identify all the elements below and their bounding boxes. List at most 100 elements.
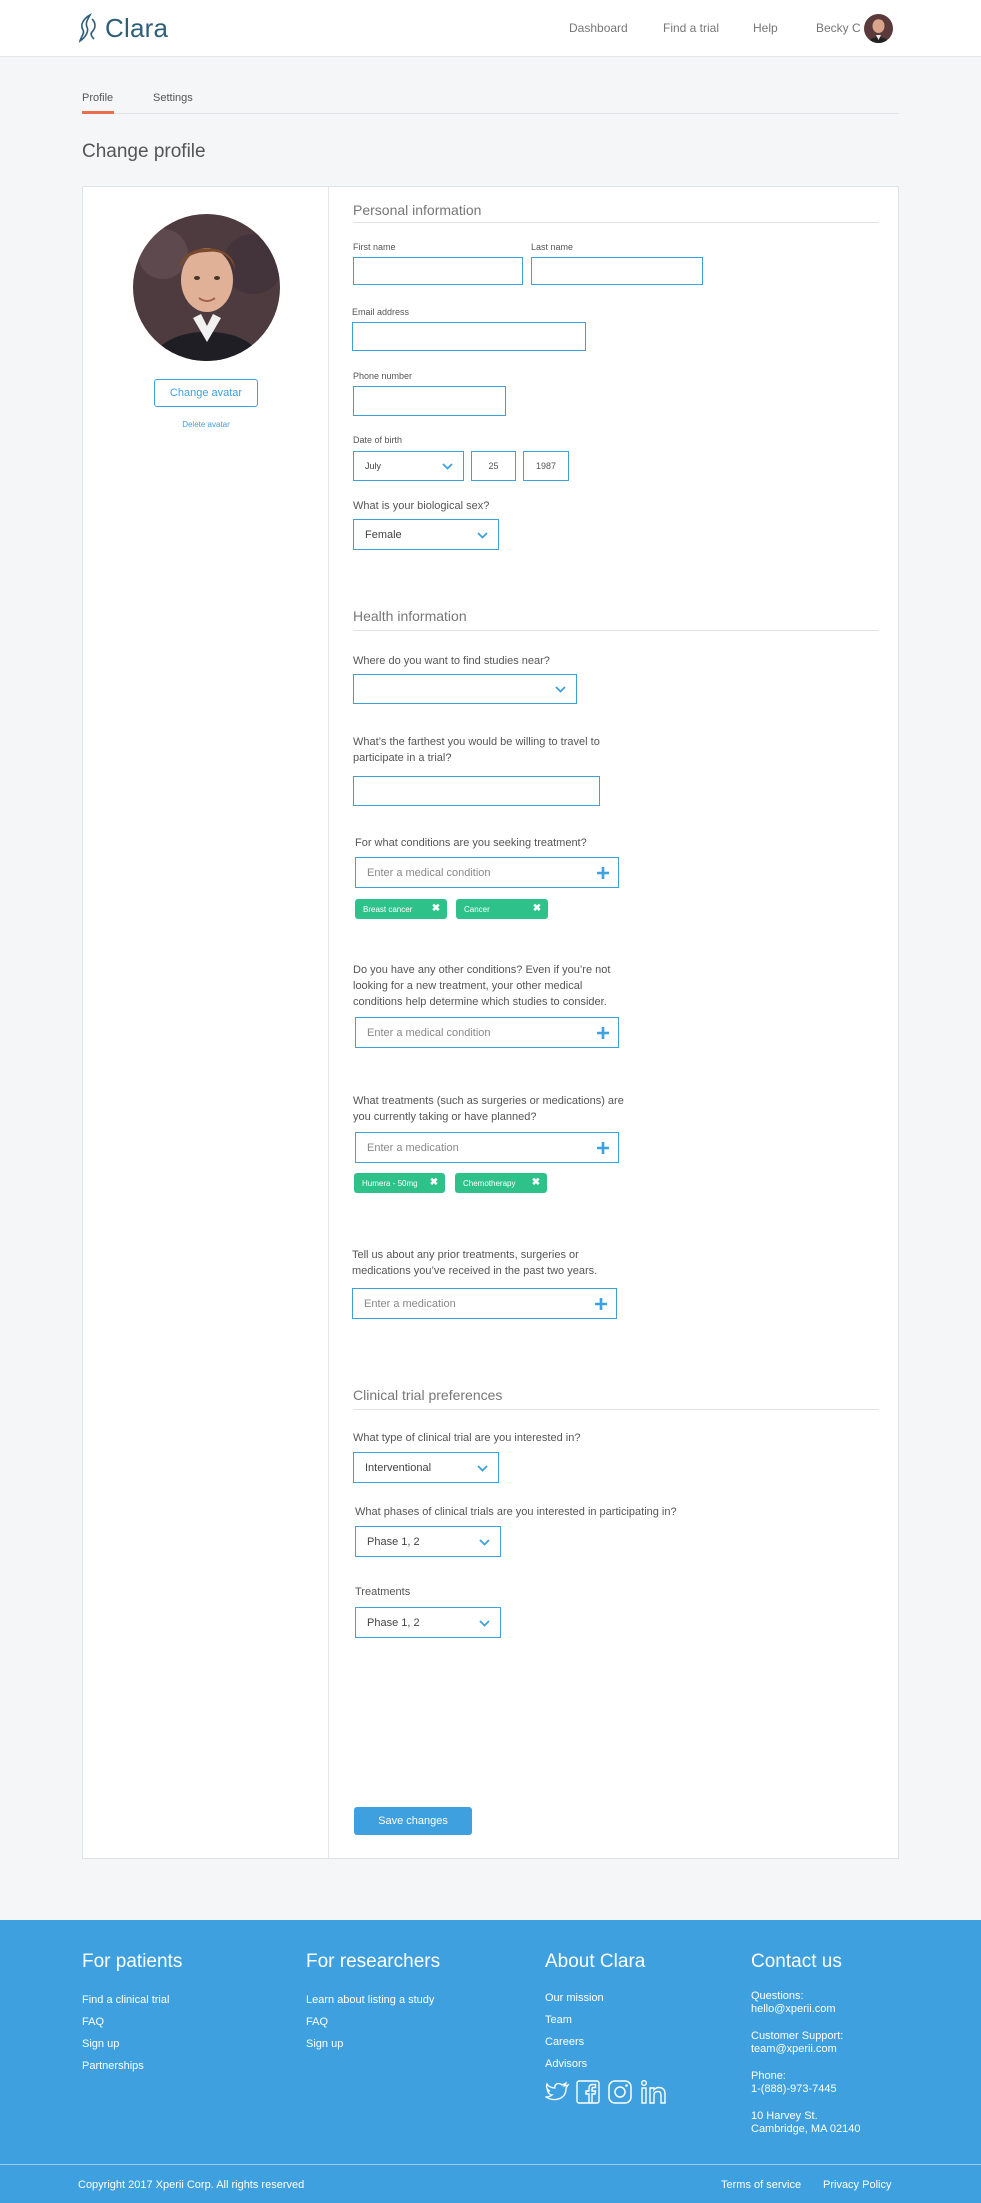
contact-address-line1: 10 Harvey St. <box>751 2110 818 2122</box>
nav-dashboard[interactable]: Dashboard <box>569 21 628 35</box>
dob-label: Date of birth <box>353 435 403 445</box>
treatment-tag: Chemotherapy ✖ <box>455 1173 547 1193</box>
other-conditions-input[interactable]: Enter a medical condition <box>355 1017 619 1048</box>
save-changes-button[interactable]: Save changes <box>354 1807 472 1835</box>
contact-questions-email[interactable]: hello@xperii.com <box>751 2003 836 2015</box>
privacy-policy-link[interactable]: Privacy Policy <box>823 2179 891 2191</box>
footer-link[interactable]: Our mission <box>545 1992 604 2004</box>
travel-distance-input[interactable] <box>353 776 600 806</box>
treatments-question-line2: you currently taking or have planned? <box>353 1111 537 1123</box>
dob-month-value: July <box>365 461 382 471</box>
prior-treatments-question-line2: medications you’ve received in the past … <box>352 1265 598 1277</box>
treatments-input[interactable]: Enter a medication <box>355 1132 619 1163</box>
top-navigation-bar: Clara Dashboard Find a trial Help Becky … <box>0 0 981 57</box>
user-name[interactable]: Becky C <box>816 21 861 35</box>
dob-year-input[interactable]: 1987 <box>523 451 569 481</box>
tab-settings[interactable]: Settings <box>153 92 193 104</box>
contact-support-label: Customer Support: <box>751 2030 844 2042</box>
footer-link[interactable]: FAQ <box>82 2016 104 2028</box>
footer-link[interactable]: Sign up <box>82 2038 119 2050</box>
linkedin-icon[interactable] <box>640 2079 670 2105</box>
facebook-icon[interactable] <box>575 2079 601 2105</box>
footer-link[interactable]: FAQ <box>306 2016 328 2028</box>
sex-select[interactable]: Female <box>353 519 499 550</box>
add-icon[interactable] <box>595 865 611 881</box>
remove-tag-icon[interactable]: ✖ <box>531 1178 541 1188</box>
remove-tag-icon[interactable]: ✖ <box>429 1178 439 1188</box>
dob-day-input[interactable]: 25 <box>471 451 516 481</box>
footer-divider <box>0 2164 981 2165</box>
treatments-pref-select[interactable]: Phase 1, 2 <box>355 1607 501 1638</box>
terms-of-service-link[interactable]: Terms of service <box>721 2179 801 2191</box>
section-divider <box>353 1409 879 1410</box>
phases-value: Phase 1, 2 <box>367 1535 420 1548</box>
chevron-down-icon <box>442 463 453 470</box>
condition-tag-label: Breast cancer <box>363 904 413 914</box>
user-avatar[interactable] <box>864 14 893 43</box>
prior-treatments-input[interactable]: Enter a medication <box>352 1288 617 1319</box>
contact-phone-label: Phone: <box>751 2070 786 2082</box>
email-input[interactable] <box>352 322 586 351</box>
footer-link[interactable]: Advisors <box>545 2058 587 2070</box>
copyright-text: Copyright 2017 Xperii Corp. All rights r… <box>78 2179 305 2191</box>
footer-contact-title: Contact us <box>751 1951 842 1972</box>
footer-about-title: About Clara <box>545 1951 646 1972</box>
conditions-placeholder: Enter a medical condition <box>367 866 491 879</box>
add-icon[interactable] <box>593 1296 609 1312</box>
change-avatar-button[interactable]: Change avatar <box>154 379 258 407</box>
travel-question-line2: participate in a trial? <box>353 752 452 764</box>
twitter-icon[interactable] <box>545 2079 571 2105</box>
add-icon[interactable] <box>595 1025 611 1041</box>
section-title-personal: Personal information <box>353 202 482 218</box>
footer-link[interactable]: Learn about listing a study <box>306 1994 434 2006</box>
remove-tag-icon[interactable]: ✖ <box>431 904 441 914</box>
footer: For patients Find a clinical trial FAQ S… <box>0 1920 981 2203</box>
prior-treatments-question-line1: Tell us about any prior treatments, surg… <box>352 1249 579 1261</box>
first-name-label: First name <box>353 242 396 252</box>
card-divider <box>328 187 329 1858</box>
treatment-tag-label: Chemotherapy <box>463 1178 516 1188</box>
condition-tag: Breast cancer ✖ <box>355 899 447 919</box>
treatments-pref-value: Phase 1, 2 <box>367 1616 420 1629</box>
nav-find-a-trial[interactable]: Find a trial <box>663 21 719 35</box>
trial-type-value: Interventional <box>365 1461 432 1474</box>
delete-avatar-link[interactable]: Delete avatar <box>83 420 329 429</box>
sex-question: What is your biological sex? <box>353 500 490 512</box>
phone-label: Phone number <box>353 371 413 381</box>
remove-tag-icon[interactable]: ✖ <box>532 904 542 914</box>
footer-link[interactable]: Careers <box>545 2036 584 2048</box>
contact-support-email[interactable]: team@xperii.com <box>751 2043 837 2055</box>
conditions-input[interactable]: Enter a medical condition <box>355 857 619 888</box>
clara-logo[interactable]: Clara <box>77 12 168 44</box>
treatments-placeholder: Enter a medication <box>367 1141 459 1154</box>
section-title-preferences: Clinical trial preferences <box>353 1387 503 1403</box>
footer-link[interactable]: Find a clinical trial <box>82 1994 169 2006</box>
nav-help[interactable]: Help <box>753 21 778 35</box>
footer-link[interactable]: Partnerships <box>82 2060 144 2072</box>
treatment-tag-label: Humera - 50mg <box>362 1178 418 1188</box>
first-name-input[interactable] <box>353 257 523 285</box>
clara-logo-icon <box>78 13 96 43</box>
last-name-input[interactable] <box>531 257 703 285</box>
sex-value: Female <box>365 528 402 541</box>
tab-profile[interactable]: Profile <box>82 92 113 104</box>
trial-type-select[interactable]: Interventional <box>353 1452 499 1483</box>
other-conditions-question-line1: Do you have any other conditions? Even i… <box>353 964 611 976</box>
contact-phone[interactable]: 1-(888)-973-7445 <box>751 2083 837 2095</box>
instagram-icon[interactable] <box>607 2079 633 2105</box>
add-icon[interactable] <box>595 1140 611 1156</box>
page-title: Change profile <box>82 141 206 162</box>
chevron-down-icon <box>477 531 488 539</box>
footer-link[interactable]: Team <box>545 2014 572 2026</box>
other-conditions-question-line2: looking for a new treatment, your other … <box>353 980 583 992</box>
chevron-down-icon <box>477 1464 488 1472</box>
footer-link[interactable]: Sign up <box>306 2038 343 2050</box>
phases-select[interactable]: Phase 1, 2 <box>355 1526 501 1557</box>
phone-input[interactable] <box>353 386 506 416</box>
footer-researchers-title: For researchers <box>306 1951 441 1972</box>
condition-tag-label: Cancer <box>464 904 490 914</box>
other-conditions-placeholder: Enter a medical condition <box>367 1026 491 1039</box>
section-divider <box>353 222 879 223</box>
location-select[interactable] <box>353 674 577 704</box>
dob-month-select[interactable]: July <box>353 451 464 481</box>
